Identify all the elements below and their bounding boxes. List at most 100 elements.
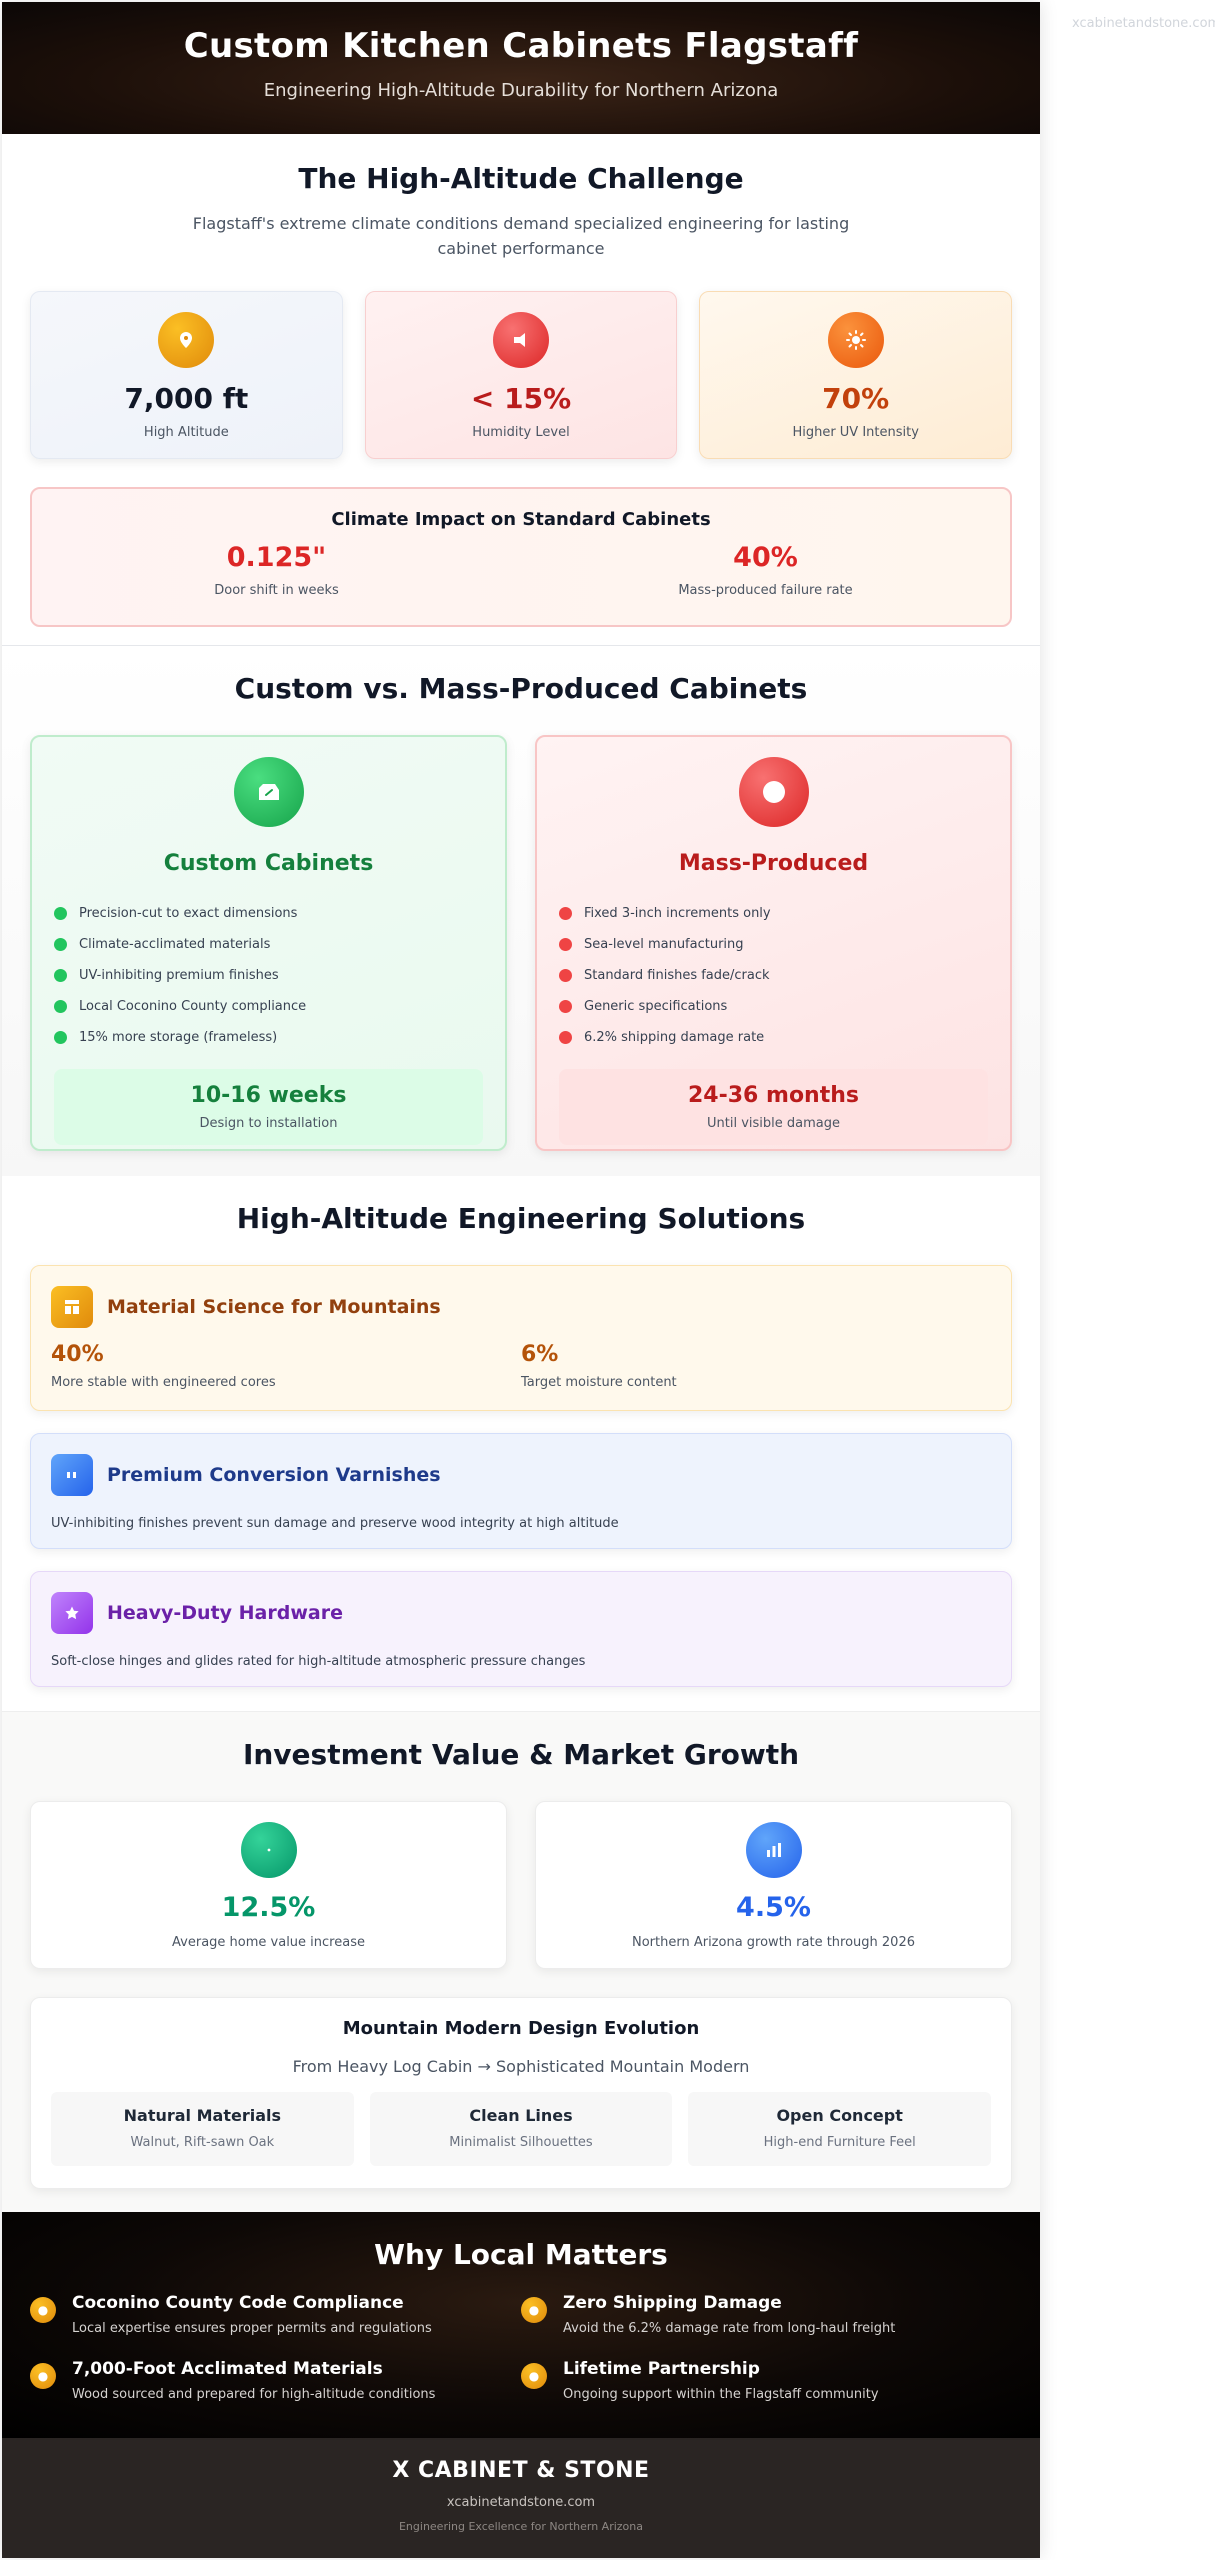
list-item-text: Sea-level manufacturing	[584, 937, 744, 952]
list-item: Climate-acclimated materials	[54, 929, 483, 960]
climate-impact-title: Climate Impact on Standard Cabinets	[331, 509, 711, 530]
check-icon: ●	[521, 2363, 547, 2389]
list-item-text: 6.2% shipping damage rate	[584, 1030, 765, 1045]
design-box-title: Natural Materials	[123, 2106, 282, 2125]
impact-label: Door shift in weeks	[214, 583, 339, 598]
investment-label: Average home value increase	[172, 1935, 365, 1950]
impact-label: Mass-produced failure rate	[678, 583, 853, 598]
local-item: ● Lifetime Partnership Ongoing support wi…	[521, 2359, 1012, 2425]
local-item-desc: Local expertise ensures proper permits a…	[72, 2321, 432, 2336]
mass-timeline: 24-36 months Until visible damage	[559, 1069, 988, 1145]
infographic: Custom Kitchen Cabinets Flagstaff Engine…	[2, 2, 1040, 2558]
stat-card-altitude: 7,000 ft High Altitude	[30, 291, 343, 459]
hardware-description: Soft-close hinges and glides rated for h…	[51, 1654, 586, 1669]
list-item: Standard finishes fade/crack	[559, 960, 988, 991]
investment-section: Investment Value & Market Growth 12.5% A…	[2, 1712, 1040, 2212]
bullet-dot	[54, 938, 67, 951]
list-item: 6.2% shipping damage rate	[559, 1022, 988, 1053]
material-science-card: Material Science for Mountains 40% More …	[30, 1265, 1012, 1411]
design-evolution-card: Mountain Modern Design Evolution From He…	[30, 1997, 1012, 2189]
local-item-title: Lifetime Partnership	[563, 2359, 760, 2379]
custom-feature-list: Precision-cut to exact dimensions Climat…	[54, 898, 483, 1053]
dollar-icon	[240, 1822, 297, 1878]
challenge-section: The High-Altitude Challenge Flagstaff's …	[2, 134, 1040, 646]
local-item-desc: Wood sourced and prepared for high-altit…	[72, 2387, 436, 2402]
local-item-desc: Ongoing support within the Flagstaff com…	[563, 2387, 879, 2402]
stat-label: Humidity Level	[472, 425, 570, 440]
hardware-title: Heavy-Duty Hardware	[107, 1602, 343, 1624]
engineering-title: High-Altitude Engineering Solutions	[236, 1202, 806, 1235]
why-local-title: Why Local Matters	[374, 2238, 668, 2271]
footer-website: xcabinetandstone.com	[446, 2495, 596, 2510]
hardware-card: Heavy-Duty Hardware Soft-close hinges an…	[30, 1571, 1012, 1687]
list-item-text: Local Coconino County compliance	[79, 999, 307, 1014]
design-box: Clean Lines Minimalist Silhouettes	[369, 2092, 673, 2166]
bullet-dot	[54, 907, 67, 920]
factory-icon	[738, 757, 809, 827]
climate-impact-row: 0.125" Door shift in weeks 40% Mass-prod…	[32, 542, 1010, 598]
challenge-subtitle: Flagstaff's extreme climate conditions d…	[192, 214, 850, 258]
design-box-subtitle: High-end Furniture Feel	[763, 2135, 916, 2150]
impact-stat: 40% Mass-produced failure rate	[521, 542, 1010, 598]
bullet-dot	[54, 1031, 67, 1044]
sun-icon	[827, 312, 884, 368]
leaf-icon	[233, 757, 304, 827]
layers-icon	[51, 1286, 93, 1328]
investment-label: Northern Arizona growth rate through 202…	[631, 1935, 915, 1950]
bullet-dot	[559, 1000, 572, 1013]
design-title: Mountain Modern Design Evolution	[342, 2018, 700, 2039]
varnish-description: UV-inhibiting finishes prevent sun damag…	[51, 1516, 619, 1531]
brush-icon	[51, 1454, 93, 1496]
impact-value: 0.125"	[226, 542, 327, 573]
material-stat-value: 40%	[51, 1342, 104, 1367]
compare-row: Custom Cabinets Precision-cut to exact d…	[30, 735, 1012, 1151]
card-header: Heavy-Duty Hardware	[51, 1592, 991, 1634]
footer-brand: X CABINET & STONE	[392, 2458, 650, 2483]
list-item-text: Standard finishes fade/crack	[584, 968, 770, 983]
material-title: Material Science for Mountains	[107, 1296, 441, 1318]
check-icon: ●	[521, 2297, 547, 2323]
droplet-icon	[493, 312, 549, 368]
compare-title: Custom vs. Mass-Produced Cabinets	[234, 672, 808, 705]
impact-stat: 0.125" Door shift in weeks	[32, 542, 521, 598]
investment-value: 4.5%	[736, 1892, 811, 1923]
home-value-card: 12.5% Average home value increase	[30, 1801, 507, 1969]
why-local-section: Why Local Matters ● Coconino County Code…	[2, 2212, 1040, 2438]
list-item: Fixed 3-inch increments only	[559, 898, 988, 929]
local-item-desc: Avoid the 6.2% damage rate from long-hau…	[563, 2321, 896, 2336]
list-item: Precision-cut to exact dimensions	[54, 898, 483, 929]
why-local-grid: ● Coconino County Code Compliance Local e…	[30, 2293, 1012, 2425]
stat-card-uv: 70% Higher UV Intensity	[699, 291, 1013, 459]
stat-card-humidity: < 15% Humidity Level	[364, 291, 678, 459]
design-box-subtitle: Walnut, Rift-sawn Oak	[130, 2135, 275, 2150]
list-item-text: Generic specifications	[584, 999, 728, 1014]
custom-timeline: 10-16 weeks Design to installation	[54, 1069, 483, 1145]
design-box: Natural Materials Walnut, Rift-sawn Oak	[51, 2092, 354, 2166]
card-header: Premium Conversion Varnishes	[51, 1454, 991, 1496]
list-item-text: Climate-acclimated materials	[79, 937, 271, 952]
bullet-dot	[559, 1031, 572, 1044]
material-stat: 40% More stable with engineered cores	[51, 1342, 521, 1390]
timeline-value: 10-16 weeks	[190, 1083, 347, 1108]
design-evolution-text: From Heavy Log Cabin → Sophisticated Mou…	[292, 2057, 750, 2076]
location-pin-icon	[158, 312, 215, 368]
investment-value: 12.5%	[221, 1892, 316, 1923]
stat-value: 70%	[822, 382, 890, 415]
custom-cabinets-card: Custom Cabinets Precision-cut to exact d…	[30, 735, 507, 1151]
timeline-label: Design to installation	[199, 1116, 338, 1131]
material-stat: 6% Target moisture content	[521, 1342, 991, 1390]
stat-value: < 15%	[470, 382, 572, 415]
material-stat-value: 6%	[521, 1342, 559, 1367]
investment-title: Investment Value & Market Growth	[242, 1738, 800, 1771]
page-subtitle: Engineering High-Altitude Durability for…	[263, 80, 779, 101]
design-box-title: Open Concept	[776, 2106, 903, 2125]
page-title: Custom Kitchen Cabinets Flagstaff	[183, 26, 859, 66]
challenge-title: The High-Altitude Challenge	[298, 162, 744, 195]
local-item: ● Coconino County Code Compliance Local e…	[30, 2293, 521, 2359]
list-item-text: Fixed 3-inch increments only	[584, 906, 771, 921]
local-item-title: Coconino County Code Compliance	[72, 2293, 404, 2313]
check-icon: ●	[30, 2363, 56, 2389]
design-row: Natural Materials Walnut, Rift-sawn Oak …	[51, 2092, 992, 2166]
footer: X CABINET & STONE xcabinetandstone.com E…	[2, 2438, 1040, 2558]
mass-produced-card: Mass-Produced Fixed 3-inch increments on…	[535, 735, 1012, 1151]
